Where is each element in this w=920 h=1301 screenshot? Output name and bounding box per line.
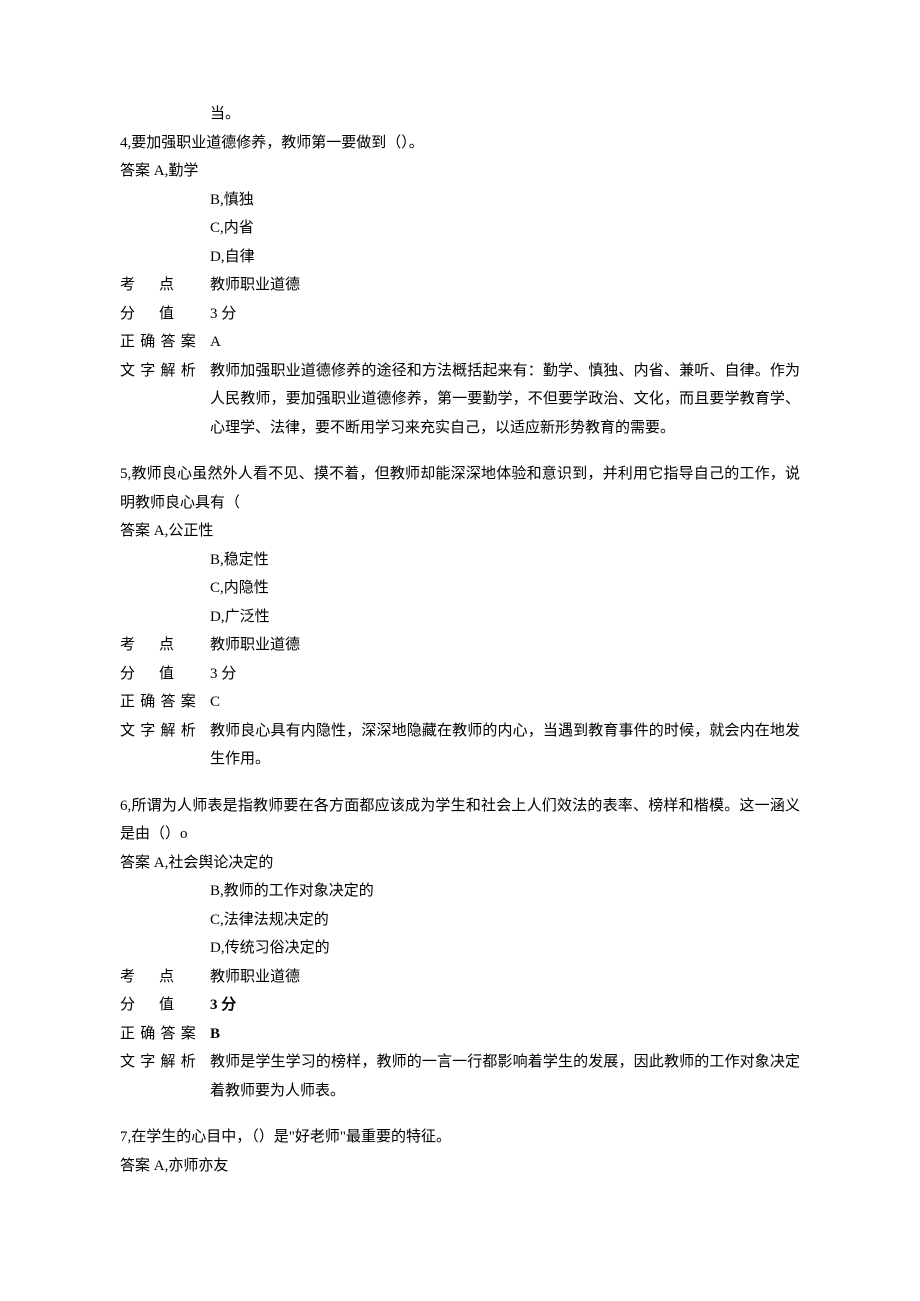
score-label: 分值 [120, 300, 210, 329]
question-stem: 6,所谓为人师表是指教师要在各方面都应该成为学生和社会上人们效法的表率、榜样和楷… [120, 792, 800, 849]
option-b: B,稳定性 [210, 546, 800, 575]
question-stem: 7,在学生的心目中，（）是"好老师"最重要的特征。 [120, 1123, 800, 1152]
score-label: 分值 [120, 991, 210, 1020]
previous-trailing-text: 当。 [210, 100, 800, 129]
answer-a: 答案 A,社会舆论决定的 [120, 849, 800, 878]
option-c: C,内省 [210, 214, 800, 243]
option-c: C,法律法规决定的 [210, 906, 800, 935]
question-7: 7,在学生的心目中，（）是"好老师"最重要的特征。 答案 A,亦师亦友 [120, 1123, 800, 1180]
correct-value: B [210, 1020, 800, 1049]
answer-a: 答案 A,亦师亦友 [120, 1152, 800, 1181]
explain-value: 教师是学生学习的榜样，教师的一言一行都影响着学生的发展，因此教师的工作对象决定着… [210, 1048, 800, 1105]
kaodian-value: 教师职业道德 [210, 271, 800, 300]
correct-value: A [210, 328, 800, 357]
option-b: B,慎独 [210, 186, 800, 215]
score-value: 3 分 [210, 300, 800, 329]
explain-value: 教师加强职业道德修养的途径和方法概括起来有：勤学、慎独、内省、兼听、自律。作为人… [210, 357, 800, 443]
option-b: B,教师的工作对象决定的 [210, 877, 800, 906]
score-label: 分值 [120, 660, 210, 689]
question-5: 5,教师良心虽然外人看不见、摸不着，但教师却能深深地体验和意识到，并利用它指导自… [120, 460, 800, 774]
kaodian-value: 教师职业道德 [210, 631, 800, 660]
correct-label: 正确答案 [120, 328, 210, 357]
question-stem: 4,要加强职业道德修养，教师第一要做到（）。 [120, 129, 800, 158]
question-stem: 5,教师良心虽然外人看不见、摸不着，但教师却能深深地体验和意识到，并利用它指导自… [120, 460, 800, 517]
kaodian-label: 考点 [120, 631, 210, 660]
question-4: 4,要加强职业道德修养，教师第一要做到（）。 答案 A,勤学 B,慎独 C,内省… [120, 129, 800, 443]
explain-value: 教师良心具有内隐性，深深地隐藏在教师的内心，当遇到教育事件的时候，就会内在地发生… [210, 717, 800, 774]
explain-label: 文字解析 [120, 357, 210, 386]
score-value: 3 分 [210, 660, 800, 689]
option-d: D,传统习俗决定的 [210, 934, 800, 963]
explain-label: 文字解析 [120, 717, 210, 746]
option-d: D,自律 [210, 243, 800, 272]
kaodian-label: 考点 [120, 963, 210, 992]
explain-label: 文字解析 [120, 1048, 210, 1077]
option-c: C,内隐性 [210, 574, 800, 603]
question-6: 6,所谓为人师表是指教师要在各方面都应该成为学生和社会上人们效法的表率、榜样和楷… [120, 792, 800, 1106]
kaodian-label: 考点 [120, 271, 210, 300]
answer-a: 答案 A,公正性 [120, 517, 800, 546]
correct-label: 正确答案 [120, 688, 210, 717]
kaodian-value: 教师职业道德 [210, 963, 800, 992]
correct-label: 正确答案 [120, 1020, 210, 1049]
answer-a: 答案 A,勤学 [120, 157, 800, 186]
correct-value: C [210, 688, 800, 717]
score-value: 3 分 [210, 991, 800, 1020]
option-d: D,广泛性 [210, 603, 800, 632]
